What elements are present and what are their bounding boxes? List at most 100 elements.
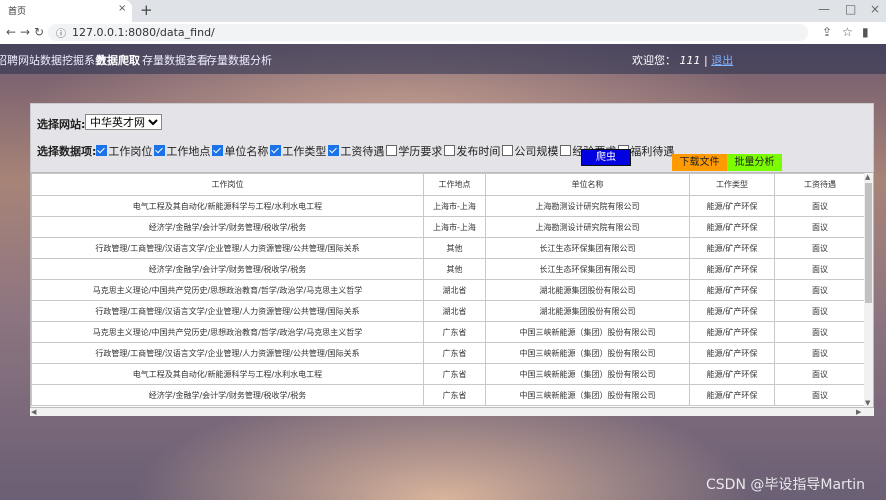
- table-cell: 广东省: [423, 342, 486, 364]
- welcome-text: 欢迎您： 111 | 退出: [632, 52, 733, 68]
- table-cell: 湖北能源集团股份有限公司: [485, 279, 690, 301]
- column-header[interactable]: 工作类型: [689, 173, 775, 196]
- table-cell: 湖北省: [423, 300, 486, 322]
- column-header[interactable]: 单位名称: [485, 173, 690, 196]
- field-checkbox[interactable]: [444, 145, 456, 156]
- field-checkbox[interactable]: [502, 145, 514, 156]
- browser-tab-bar: 首页 × + — □ ×: [0, 0, 886, 22]
- scroll-down-icon[interactable]: ▼: [865, 399, 870, 407]
- nav-stock-data-analysis[interactable]: 存量数据分析: [206, 52, 272, 68]
- table-row[interactable]: 行政管理/工商管理/汉语言文学/企业管理/人力资源管理/公共管理/国际关系 湖北省…: [31, 300, 866, 322]
- site-info-icon[interactable]: ⓘ: [56, 25, 66, 40]
- reload-icon[interactable]: ↻: [34, 25, 44, 39]
- field-option-label: 工作岗位: [108, 145, 153, 158]
- field-checkbox[interactable]: [328, 145, 340, 156]
- table-row[interactable]: 行政管理/工商管理/汉语言文学/企业管理/人力资源管理/公共管理/国际关系 其他长…: [31, 237, 866, 259]
- field-option-label: 工作类型: [282, 145, 327, 158]
- table-row[interactable]: 电气工程及其自动化/新能源科学与工程/水利水电工程 上海市-上海 上海勘测设计研究院…: [31, 195, 866, 217]
- username: 111: [679, 54, 701, 67]
- vertical-scroll-thumb[interactable]: [865, 183, 872, 303]
- tab-title: 首页: [8, 7, 27, 17]
- vertical-scrollbar[interactable]: ▲ ▼: [864, 173, 873, 407]
- logout-link[interactable]: 退出: [711, 54, 733, 67]
- field-option-label: 学历要求: [398, 145, 443, 158]
- scroll-right-icon[interactable]: ▶: [856, 408, 861, 416]
- batch-analysis-button[interactable]: 批量分析: [727, 154, 782, 171]
- table-row[interactable]: 电气工程及其自动化/新能源科学与工程/水利水电工程 广东省 中国三峡新能源（集团）股…: [31, 363, 866, 385]
- field-option[interactable]: 工作地点: [154, 143, 210, 159]
- nav-system-title[interactable]: 招聘网站数据挖掘系统: [0, 52, 106, 68]
- table-cell: 其他: [423, 237, 486, 259]
- table-row[interactable]: 马克思主义理论/中国共产党历史/思想政治教育/哲学/政治学/马克思主义哲学 广东省…: [31, 321, 866, 343]
- results-table: 工作岗位 工作地点 单位名称 工作类型 工资待遇 电气工程及其自动化/新能源科学与工程/…: [31, 173, 866, 406]
- field-option-label: 工资待遇: [340, 145, 385, 158]
- field-checkbox[interactable]: [212, 145, 224, 156]
- table-cell: 行政管理/工商管理/汉语言文学/企业管理/人力资源管理/公共管理/国际关系: [31, 342, 424, 364]
- top-navigation: 招聘网站数据挖掘系统 数据爬取 存量数据查看 存量数据分析 欢迎您： 111 |…: [0, 44, 886, 74]
- table-cell: 能源/矿产环保: [689, 279, 775, 301]
- table-cell: 电气工程及其自动化/新能源科学与工程/水利水电工程: [31, 363, 424, 385]
- new-tab-icon[interactable]: +: [140, 1, 153, 19]
- table-cell: 中国三峡新能源（集团）股份有限公司: [485, 363, 690, 385]
- field-option-label: 单位名称: [224, 145, 269, 158]
- table-cell: 能源/矿产环保: [689, 195, 775, 217]
- maximize-icon[interactable]: □: [845, 2, 856, 16]
- field-option[interactable]: 工资待遇: [328, 143, 384, 159]
- table-cell: 能源/矿产环保: [689, 237, 775, 259]
- table-row[interactable]: 马克思主义理论/中国共产党历史/思想政治教育/哲学/政治学/马克思主义哲学 湖北省…: [31, 279, 866, 301]
- bookmark-star-icon[interactable]: ☆: [842, 25, 853, 39]
- field-option[interactable]: 学历要求: [386, 143, 442, 159]
- table-row[interactable]: 经济学/金融学/会计学/财务管理/税收学/税务 广东省 中国三峡新能源（集团）股份有…: [31, 384, 866, 406]
- forward-icon[interactable]: →: [20, 25, 30, 39]
- window-close-icon[interactable]: ×: [870, 2, 880, 16]
- side-panel-icon[interactable]: ▮: [862, 25, 869, 39]
- field-option[interactable]: 公司规模: [502, 143, 558, 159]
- share-icon[interactable]: ⇪: [822, 25, 832, 39]
- scroll-up-icon[interactable]: ▲: [865, 173, 870, 181]
- table-cell: 经济学/金融学/会计学/财务管理/税收学/税务: [31, 384, 424, 406]
- table-cell: 行政管理/工商管理/汉语言文学/企业管理/人力资源管理/公共管理/国际关系: [31, 237, 424, 259]
- field-checkbox[interactable]: [270, 145, 282, 156]
- field-checkbox[interactable]: [560, 145, 572, 156]
- horizontal-scrollbar[interactable]: ◀ ▶: [30, 408, 874, 416]
- welcome-label: 欢迎您：: [632, 54, 676, 67]
- table-cell: 马克思主义理论/中国共产党历史/思想政治教育/哲学/政治学/马克思主义哲学: [31, 279, 424, 301]
- field-option[interactable]: 工作类型: [270, 143, 326, 159]
- field-checkbox[interactable]: [386, 145, 398, 156]
- back-icon[interactable]: ←: [6, 25, 16, 39]
- nav-stock-data-view[interactable]: 存量数据查看: [142, 52, 208, 68]
- table-cell: 能源/矿产环保: [689, 342, 775, 364]
- field-checkbox[interactable]: [154, 145, 166, 156]
- column-header[interactable]: 工作地点: [423, 173, 486, 196]
- table-cell: 中国三峡新能源（集团）股份有限公司: [485, 342, 690, 364]
- field-option[interactable]: 发布时间: [444, 143, 500, 159]
- download-file-button[interactable]: 下载文件: [672, 154, 727, 171]
- table-cell: 长江生态环保集团有限公司: [485, 258, 690, 280]
- url-field[interactable]: ⓘ 127.0.0.1:8080/data_find/: [48, 24, 808, 41]
- table-cell: 面议: [774, 216, 866, 238]
- tab-close-icon[interactable]: ×: [118, 3, 126, 14]
- table-cell: 面议: [774, 279, 866, 301]
- column-header[interactable]: 工作岗位: [31, 173, 424, 196]
- field-option[interactable]: 单位名称: [212, 143, 268, 159]
- table-row[interactable]: 行政管理/工商管理/汉语言文学/企业管理/人力资源管理/公共管理/国际关系 广东省…: [31, 342, 866, 364]
- table-cell: 面议: [774, 195, 866, 217]
- browser-tab[interactable]: 首页 ×: [0, 0, 132, 22]
- nav-data-crawl[interactable]: 数据爬取: [96, 52, 140, 68]
- table-cell: 上海市-上海: [423, 216, 486, 238]
- table-cell: 长江生态环保集团有限公司: [485, 237, 690, 259]
- crawl-button[interactable]: 爬虫: [581, 149, 631, 166]
- table-cell: 能源/矿产环保: [689, 321, 775, 343]
- table-cell: 面议: [774, 258, 866, 280]
- table-cell: 面议: [774, 300, 866, 322]
- field-option[interactable]: 工作岗位: [96, 143, 152, 159]
- table-row[interactable]: 经济学/金融学/会计学/财务管理/税收学/税务 上海市-上海 上海勘测设计研究院有限…: [31, 216, 866, 238]
- scroll-left-icon[interactable]: ◀: [31, 408, 36, 416]
- field-checkbox[interactable]: [96, 145, 108, 156]
- table-cell: 经济学/金融学/会计学/财务管理/税收学/税务: [31, 258, 424, 280]
- site-select[interactable]: 中华英才网: [85, 114, 162, 130]
- table-cell: 上海勘测设计研究院有限公司: [485, 216, 690, 238]
- table-row[interactable]: 经济学/金融学/会计学/财务管理/税收学/税务 其他 长江生态环保集团有限公司 能源/…: [31, 258, 866, 280]
- column-header[interactable]: 工资待遇: [774, 173, 866, 196]
- minimize-icon[interactable]: —: [818, 2, 830, 16]
